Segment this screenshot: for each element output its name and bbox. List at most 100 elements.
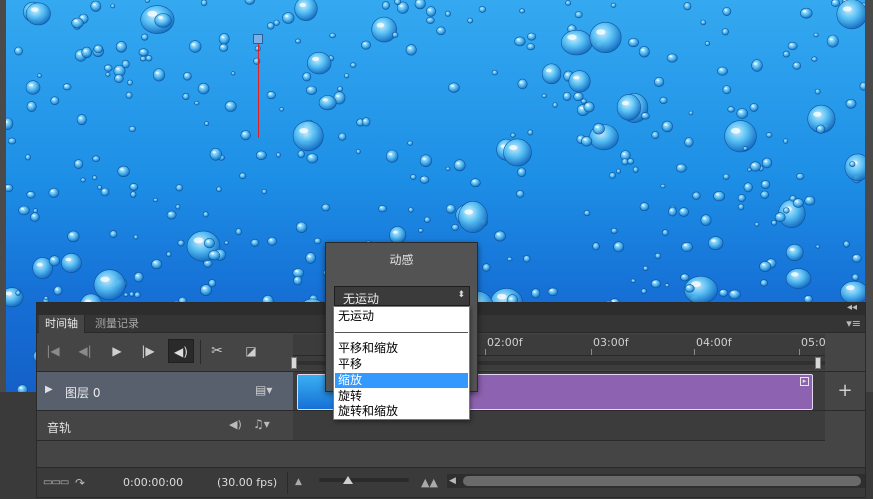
water-droplet xyxy=(573,92,584,102)
water-droplet xyxy=(16,384,28,392)
droplet-highlight xyxy=(795,200,799,203)
scroll-left-arrow-icon[interactable]: ◀ xyxy=(449,474,456,488)
water-droplet xyxy=(125,91,133,99)
water-droplet xyxy=(115,41,127,53)
ruler-tick xyxy=(799,349,800,355)
water-droplet xyxy=(71,17,84,29)
horizontal-scrollbar[interactable]: ◀ xyxy=(447,474,865,488)
tab-measurement-log[interactable]: 测量记录 xyxy=(89,315,145,333)
transition-icon[interactable]: ◪ xyxy=(241,342,261,360)
droplet-highlight xyxy=(621,101,629,106)
droplet-highlight xyxy=(227,103,231,106)
current-timecode: 0:00:00:00 xyxy=(123,476,184,489)
water-droplet xyxy=(453,159,466,172)
panel-menu-icon[interactable]: ▾≡ xyxy=(846,317,861,330)
water-droplet xyxy=(175,184,184,192)
play-icon[interactable]: ▶ xyxy=(107,342,127,360)
water-droplet xyxy=(640,112,650,120)
option-pan[interactable]: 平移 xyxy=(335,357,468,372)
water-droplet xyxy=(736,108,749,119)
droplet-highlight xyxy=(565,73,569,76)
speaker-icon[interactable]: ◀) xyxy=(229,418,242,431)
go-to-first-frame-icon[interactable]: |◀ xyxy=(43,342,63,360)
water-droplet xyxy=(235,228,242,236)
water-droplet xyxy=(552,102,558,108)
droplet-highlight xyxy=(682,275,685,277)
split-at-playhead-icon[interactable]: ✂ xyxy=(207,342,227,360)
water-droplet xyxy=(133,234,139,240)
water-droplet xyxy=(93,44,104,54)
water-droplet xyxy=(67,230,80,243)
droplet-highlight xyxy=(50,190,54,192)
expand-arrow-icon[interactable]: ▶ xyxy=(45,384,53,395)
option-zoom[interactable]: 缩放 xyxy=(335,373,468,388)
water-droplet xyxy=(849,161,856,168)
droplet-highlight xyxy=(284,14,289,17)
water-droplet xyxy=(224,100,237,112)
droplet-highlight xyxy=(656,79,660,82)
water-droplet xyxy=(514,36,526,47)
video-layer-row[interactable]: ▶ 图层 0 ▤▾ xyxy=(37,371,293,411)
water-droplet xyxy=(541,93,547,99)
water-droplet xyxy=(626,158,635,165)
render-video-icon[interactable]: ▭▭▭ xyxy=(43,477,69,488)
droplet-highlight xyxy=(28,104,32,106)
droplet-highlight xyxy=(764,160,767,163)
droplet-highlight xyxy=(83,49,87,52)
motion-type-select[interactable]: 无运动 ⬍ xyxy=(334,286,470,306)
convert-to-frame-animation-icon[interactable]: ↷ xyxy=(75,476,85,490)
collapse-double-chevron-icon[interactable]: ◂◂ xyxy=(847,302,857,313)
water-droplet xyxy=(523,255,531,263)
droplet-highlight xyxy=(294,270,299,272)
droplet-highlight xyxy=(719,68,723,71)
droplet-highlight xyxy=(653,281,656,284)
playhead-handle[interactable] xyxy=(253,34,263,44)
droplet-highlight xyxy=(615,244,619,246)
mute-audio-icon[interactable]: ◀) xyxy=(168,339,194,363)
droplet-highlight xyxy=(92,3,96,6)
water-droplet xyxy=(110,3,116,9)
water-droplet xyxy=(182,93,190,101)
droplet-highlight xyxy=(724,9,727,11)
music-note-menu-icon[interactable]: ♫▾ xyxy=(253,417,270,431)
next-frame-icon[interactable]: |▶ xyxy=(138,342,158,360)
audio-track-name: 音轨 xyxy=(47,421,72,435)
water-droplet xyxy=(666,53,678,63)
zoom-slider-track[interactable] xyxy=(319,478,409,482)
ruler-tick-label: 04:00f xyxy=(696,336,732,349)
water-droplet xyxy=(239,172,247,180)
water-droplet xyxy=(804,195,816,206)
water-droplet xyxy=(751,59,763,72)
option-rotate[interactable]: 旋转 xyxy=(335,389,468,404)
water-droplet xyxy=(526,43,535,51)
work-area-start-handle[interactable] xyxy=(291,357,297,369)
clip-options-arrow-icon[interactable]: ▸ xyxy=(800,377,809,386)
water-droplet xyxy=(478,6,487,13)
zoom-in-mountain-icon[interactable]: ▲▲ xyxy=(421,476,438,489)
previous-frame-icon[interactable]: ◀| xyxy=(75,342,95,360)
droplet-highlight xyxy=(777,214,781,217)
water-droplet xyxy=(547,287,559,296)
add-media-button[interactable]: + xyxy=(825,371,865,411)
droplet-highlight xyxy=(549,289,553,291)
option-separator xyxy=(335,332,468,333)
water-droplet xyxy=(361,117,371,127)
droplet-highlight xyxy=(569,26,572,29)
droplet-highlight xyxy=(118,44,122,46)
option-no-motion[interactable]: 无运动 xyxy=(335,309,468,324)
tab-timeline[interactable]: 时间轴 xyxy=(39,315,85,333)
scroll-thumb[interactable] xyxy=(463,476,861,486)
option-pan-and-zoom[interactable]: 平移和缩放 xyxy=(335,341,468,356)
water-droplet xyxy=(458,201,488,234)
droplet-highlight xyxy=(399,4,403,7)
droplet-highlight xyxy=(448,206,451,209)
audio-track-row[interactable]: 音轨 ◀) ♫▾ xyxy=(37,411,293,441)
option-rotate-and-zoom[interactable]: 旋转和缩放 xyxy=(335,404,468,419)
droplet-highlight xyxy=(791,272,799,277)
zoom-out-mountain-icon[interactable]: ▲ xyxy=(295,477,302,487)
work-area-end-handle[interactable] xyxy=(815,357,821,369)
film-strip-menu-icon[interactable]: ▤▾ xyxy=(255,383,272,397)
zoom-slider-thumb[interactable] xyxy=(343,476,353,484)
water-droplet xyxy=(219,43,229,52)
water-droplet xyxy=(859,81,865,91)
